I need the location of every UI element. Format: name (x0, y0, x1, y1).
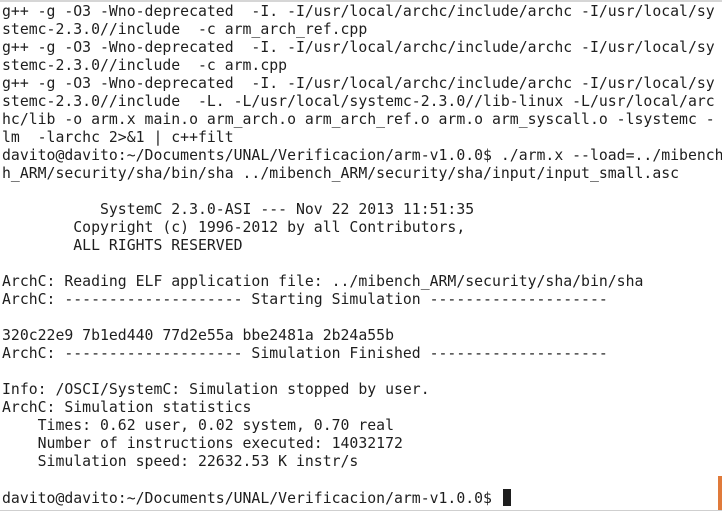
terminal-line: g++ -g -O3 -Wno-deprecated -I. -I/usr/lo… (2, 39, 715, 56)
terminal-line: stemc-2.3.0//include -L. -L/usr/local/sy… (2, 93, 715, 110)
terminal-line: g++ -g -O3 -Wno-deprecated -I. -I/usr/lo… (2, 3, 715, 20)
terminal-line: stemc-2.3.0//include -c arm_arch_ref.cpp (2, 21, 368, 38)
terminal-line: 320c22e9 7b1ed440 77d2e55a bbe2481a 2b24… (2, 327, 394, 344)
top-divider (0, 0, 722, 2)
terminal-output[interactable]: g++ -g -O3 -Wno-deprecated -I. -I/usr/lo… (2, 3, 722, 507)
text-cursor (502, 489, 511, 506)
terminal-line: stemc-2.3.0//include -c arm.cpp (2, 57, 288, 74)
terminal-line: Simulation speed: 22632.53 K instr/s (2, 453, 359, 470)
terminal-line: ArchC: -------------------- Simulation F… (2, 345, 608, 362)
terminal-line: ArchC: Reading ELF application file: ../… (2, 273, 644, 290)
terminal-line: Copyright (c) 1996-2012 by all Contribut… (2, 219, 466, 236)
terminal-line: Times: 0.62 user, 0.02 system, 0.70 real (2, 417, 394, 434)
terminal-line: Info: /OSCI/SystemC: Simulation stopped … (2, 381, 430, 398)
terminal-window[interactable]: g++ -g -O3 -Wno-deprecated -I. -I/usr/lo… (0, 0, 722, 511)
prompt-line[interactable]: davito@davito:~/Documents/UNAL/Verificac… (2, 489, 722, 507)
terminal-line: lm -larchc 2>&1 | c++filt (2, 129, 234, 146)
terminal-line: Number of instructions executed: 1403217… (2, 435, 403, 452)
terminal-line: h_ARM/security/sha/bin/sha ../mibench_AR… (2, 165, 680, 182)
terminal-line: davito@davito:~/Documents/UNAL/Verificac… (2, 147, 722, 164)
terminal-line: ArchC: -------------------- Starting Sim… (2, 291, 608, 308)
scrollbar-indicator[interactable] (718, 476, 722, 510)
terminal-line: g++ -g -O3 -Wno-deprecated -I. -I/usr/lo… (2, 75, 715, 92)
terminal-line: ALL RIGHTS RESERVED (2, 237, 243, 254)
terminal-line: SystemC 2.3.0-ASI --- Nov 22 2013 11:51:… (2, 201, 475, 218)
terminal-line: ArchC: Simulation statistics (2, 399, 252, 416)
shell-prompt: davito@davito:~/Documents/UNAL/Verificac… (2, 490, 501, 507)
terminal-line: hc/lib -o arm.x main.o arm_arch.o arm_ar… (2, 111, 715, 128)
